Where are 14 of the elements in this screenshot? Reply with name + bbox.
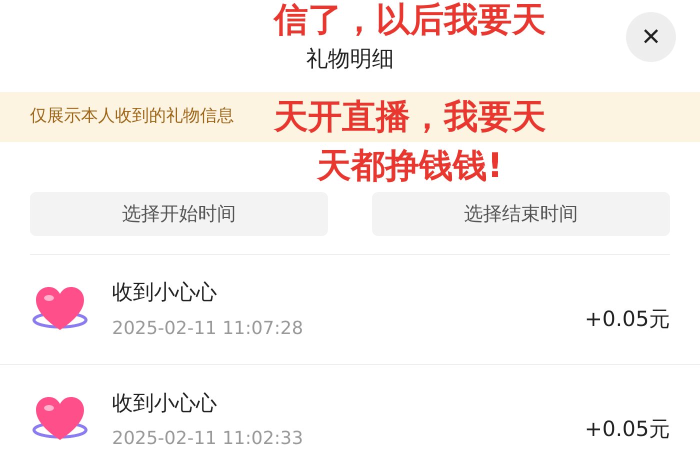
notice-text: 仅展示本人收到的礼物信息 <box>30 105 234 128</box>
amount-text: +0.05元 <box>584 416 670 444</box>
record-title: 收到小心心 <box>112 279 218 306</box>
record-title: 收到小心心 <box>112 390 218 417</box>
close-button[interactable]: ✕ <box>626 12 676 62</box>
caption-line: 天开直播，我要天 <box>274 97 546 137</box>
date-picker-button[interactable]: 选择开始时间 <box>30 192 328 236</box>
amount-text: +0.05元 <box>584 306 670 333</box>
caption-line: 信了，以后我要天 <box>274 0 546 40</box>
record-time: 2025-02-11 11:02:33 <box>112 427 304 452</box>
page-title: 礼物明细 <box>306 46 394 74</box>
date-picker-button[interactable]: 选择结束时间 <box>372 192 670 236</box>
caption-line: 天都挣钱钱! <box>317 146 503 186</box>
record-time: 2025-02-11 11:07:28 <box>112 316 304 341</box>
